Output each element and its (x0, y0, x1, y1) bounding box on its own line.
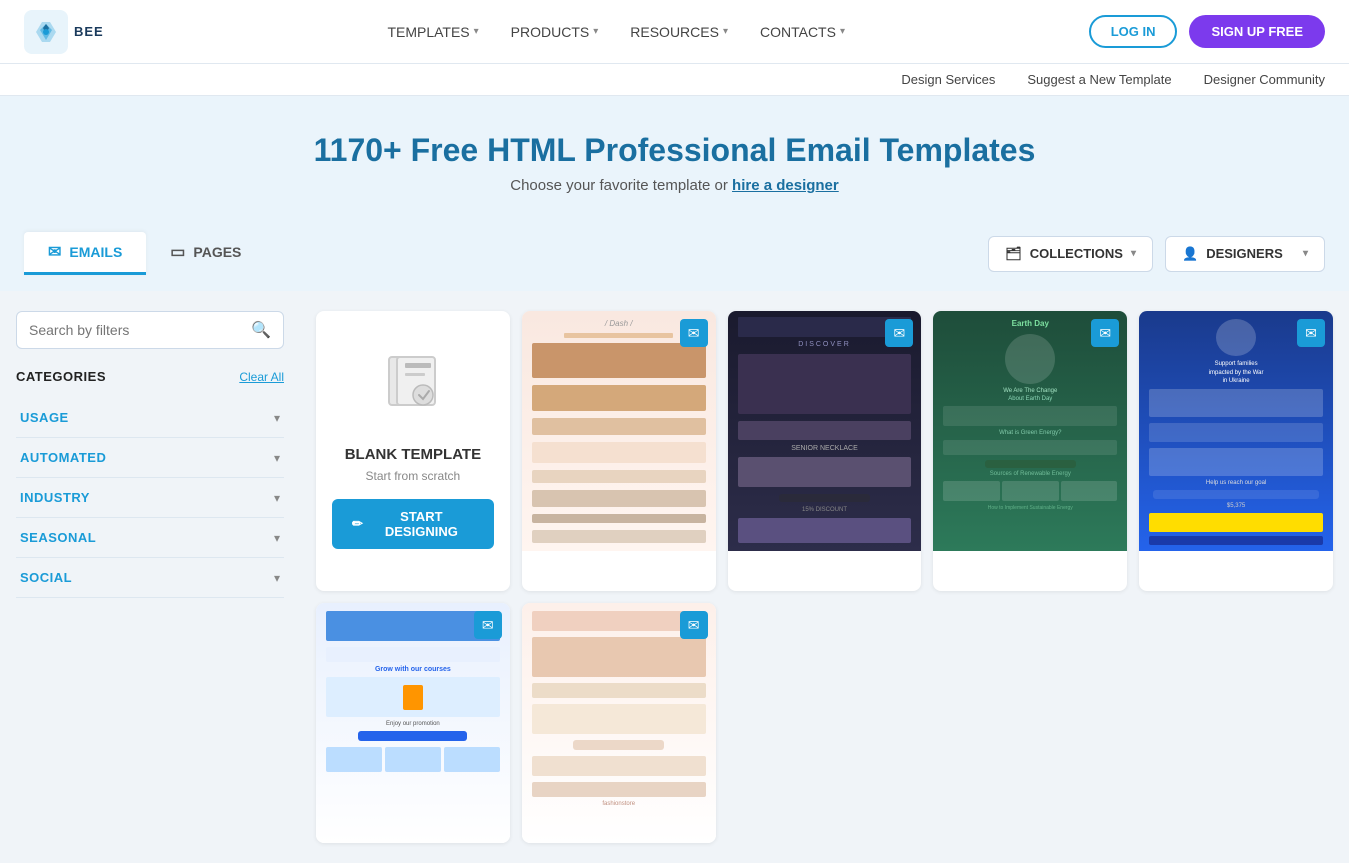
chevron-down-icon: ▾ (274, 571, 280, 585)
search-icon: 🔍 (251, 320, 271, 340)
pages-tab-icon: ▭ (170, 242, 185, 262)
chevron-down-icon: ▾ (593, 26, 598, 37)
template-thumbnail: ✉ DISCOVER SENIOR NECKLACE 15% DISCOUNT (728, 311, 922, 551)
category-industry[interactable]: INDUSTRY ▾ (16, 478, 284, 518)
blank-template-subtitle: Start from scratch (366, 469, 461, 483)
tabs-row: ✉ EMAILS ▭ PAGES (24, 232, 265, 275)
design-services-link[interactable]: Design Services (901, 72, 995, 87)
template-card-edu[interactable]: ✉ Grow with our courses Enjoy our promot… (316, 603, 510, 843)
collections-dropdown[interactable]: 🗂 COLLECTIONS ▾ (988, 236, 1153, 272)
chevron-down-icon: ▾ (840, 26, 845, 37)
nav-templates[interactable]: TEMPLATES ▾ (387, 24, 478, 40)
signup-button[interactable]: SIGN UP FREE (1189, 15, 1325, 48)
chevron-down-icon: ▾ (274, 491, 280, 505)
logo-area[interactable]: BEE (24, 10, 104, 54)
blank-template-title: BLANK TEMPLATE (345, 445, 481, 465)
search-box[interactable]: 🔍 (16, 311, 284, 349)
mail-badge: ✉ (1297, 319, 1325, 347)
start-designing-button[interactable]: ✏ START DESIGNING (332, 499, 494, 549)
categories-title: CATEGORIES (16, 369, 106, 384)
template-card-fashion[interactable]: ✉ DISCOVER SENIOR NECKLACE 15% DISCOUNT (728, 311, 922, 591)
template-thumbnail: ✉ Support familiesimpacted by the Warin … (1139, 311, 1333, 551)
main-nav: TEMPLATES ▾ PRODUCTS ▾ RESOURCES ▾ CONTA… (144, 24, 1089, 40)
category-automated[interactable]: AUTOMATED ▾ (16, 438, 284, 478)
templates-grid: BLANK TEMPLATE Start from scratch ✏ STAR… (300, 291, 1349, 863)
clear-all-link[interactable]: Clear All (239, 370, 284, 384)
bee-logo-icon (24, 10, 68, 54)
nav-products[interactable]: PRODUCTS ▾ (511, 24, 599, 40)
collections-icon: 🗂 (1005, 246, 1022, 262)
toolbar: ✉ EMAILS ▭ PAGES 🗂 COLLECTIONS ▾ 👤 DESIG… (0, 222, 1349, 291)
hero-title: 1170+ Free HTML Professional Email Templ… (24, 132, 1325, 169)
nav-contacts[interactable]: CONTACTS ▾ (760, 24, 845, 40)
mail-badge: ✉ (680, 611, 708, 639)
template-thumbnail: ✉ fashionstore (522, 603, 716, 843)
suggest-template-link[interactable]: Suggest a New Template (1027, 72, 1171, 87)
chevron-down-icon: ▾ (723, 26, 728, 37)
chevron-down-icon: ▾ (1131, 248, 1136, 259)
category-usage[interactable]: USAGE ▾ (16, 398, 284, 438)
designer-community-link[interactable]: Designer Community (1204, 72, 1325, 87)
chevron-down-icon: ▾ (474, 26, 479, 37)
mail-badge: ✉ (1091, 319, 1119, 347)
template-card-earth[interactable]: ✉ Earth Day We Are The Change About Eart… (933, 311, 1127, 591)
login-button[interactable]: LOG IN (1089, 15, 1178, 48)
template-thumbnail: ✉ Earth Day We Are The Change About Eart… (933, 311, 1127, 551)
designers-dropdown[interactable]: 👤 DESIGNERS ▾ (1165, 236, 1325, 272)
template-thumbnail: ✉ / Dash / (522, 311, 716, 551)
mail-badge: ✉ (885, 319, 913, 347)
blank-template-icon (381, 353, 445, 429)
tab-emails[interactable]: ✉ EMAILS (24, 232, 146, 275)
hero-section: 1170+ Free HTML Professional Email Templ… (0, 96, 1349, 222)
dropdowns-row: 🗂 COLLECTIONS ▾ 👤 DESIGNERS ▾ (988, 236, 1325, 272)
blank-template-card[interactable]: BLANK TEMPLATE Start from scratch ✏ STAR… (316, 311, 510, 591)
category-seasonal[interactable]: SEASONAL ▾ (16, 518, 284, 558)
sidebar: 🔍 CATEGORIES Clear All USAGE ▾ AUTOMATED… (0, 291, 300, 863)
chevron-down-icon: ▾ (274, 411, 280, 425)
pencil-icon: ✏ (352, 516, 363, 532)
designers-icon: 👤 (1182, 246, 1198, 262)
header-actions: LOG IN SIGN UP FREE (1089, 15, 1325, 48)
mail-badge: ✉ (680, 319, 708, 347)
mail-badge: ✉ (474, 611, 502, 639)
search-input[interactable] (29, 322, 251, 338)
email-tab-icon: ✉ (48, 242, 61, 262)
tab-pages[interactable]: ▭ PAGES (146, 232, 265, 275)
category-social[interactable]: SOCIAL ▾ (16, 558, 284, 598)
chevron-down-icon: ▾ (1303, 248, 1308, 259)
header: BEE TEMPLATES ▾ PRODUCTS ▾ RESOURCES ▾ C… (0, 0, 1349, 64)
chevron-down-icon: ▾ (274, 451, 280, 465)
categories-header: CATEGORIES Clear All (16, 369, 284, 384)
template-card-charity[interactable]: ✉ Support familiesimpacted by the Warin … (1139, 311, 1333, 591)
main-content: 🔍 CATEGORIES Clear All USAGE ▾ AUTOMATED… (0, 291, 1349, 863)
hero-subtitle: Choose your favorite template or hire a … (24, 177, 1325, 194)
chevron-down-icon: ▾ (274, 531, 280, 545)
logo-text: BEE (74, 24, 104, 39)
template-thumbnail: ✉ Grow with our courses Enjoy our promot… (316, 603, 510, 843)
hire-designer-link[interactable]: hire a designer (732, 177, 839, 194)
template-card-skincare[interactable]: ✉ fashionstore (522, 603, 716, 843)
sub-nav: Design Services Suggest a New Template D… (0, 64, 1349, 96)
template-card-beauty[interactable]: ✉ / Dash / (522, 311, 716, 591)
nav-resources[interactable]: RESOURCES ▾ (630, 24, 728, 40)
